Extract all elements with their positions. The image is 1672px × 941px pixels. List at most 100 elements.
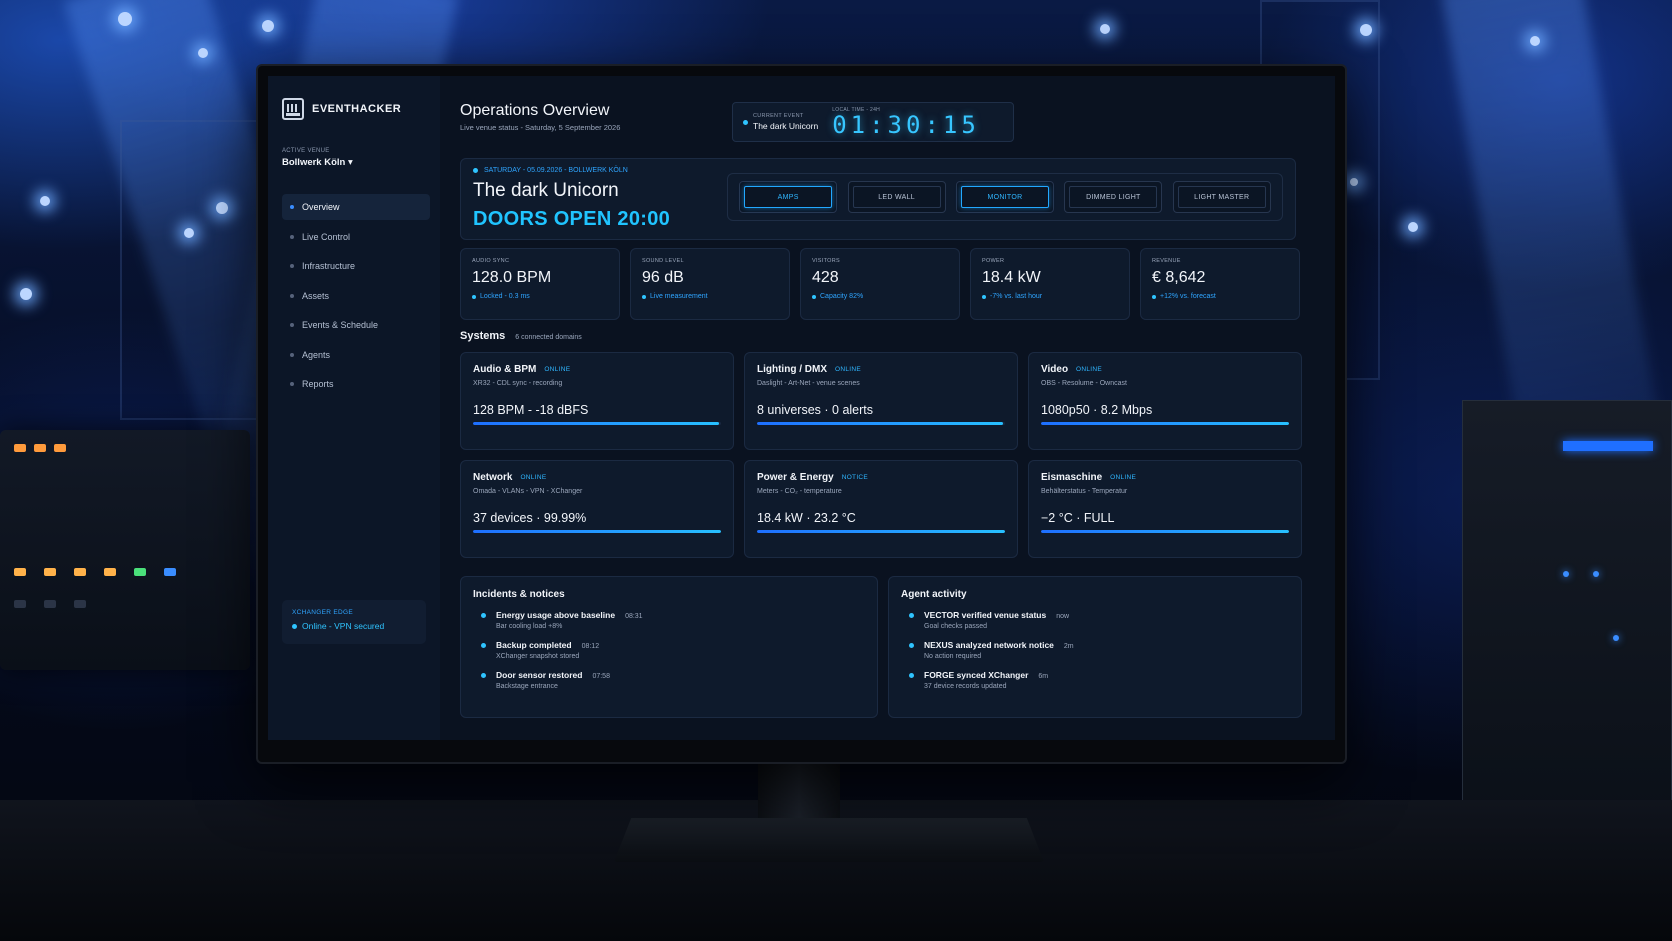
control-monitor-button[interactable]: MONITOR [955, 181, 1054, 213]
status-dot-icon [292, 623, 297, 629]
kpi-note: Live measurement [642, 293, 778, 300]
system-level-bar [757, 422, 1005, 425]
list-item[interactable]: Backup completed 08:12 XChanger snapshot … [473, 640, 865, 660]
system-name-text: Lighting / DMX [757, 364, 827, 375]
control-light-master-button[interactable]: LIGHT MASTER [1172, 181, 1271, 213]
clock-time: 01:30:15 [832, 111, 980, 139]
quick-controls: AMPS LED WALL MONITOR DIMMED LIGHT LIGHT… [727, 173, 1283, 221]
sidebar-item-agents[interactable]: Agents [282, 342, 430, 368]
system-name-text: Audio & BPM [473, 364, 537, 375]
system-card-lighting[interactable]: Lighting / DMX ONLINE Daslight - Art-Net … [744, 352, 1018, 450]
event-hero-card: SATURDAY - 05.09.2026 - BOLLWERK KÖLN Th… [460, 158, 1296, 240]
brand-logo-icon [282, 98, 304, 120]
nav-bullet-icon [290, 323, 294, 327]
kpi-value: 128.0 BPM [472, 269, 552, 286]
system-level-fill [757, 422, 1003, 425]
sidebar-item-infrastructure[interactable]: Infrastructure [282, 253, 430, 279]
status-dot-icon [472, 294, 476, 299]
system-metric: 18.4 kW · 23.2 °C [757, 511, 856, 525]
kpi-note: Capacity 82% [812, 293, 948, 300]
system-card-audio[interactable]: Audio & BPM ONLINE XR32 - CDL sync - reco… [460, 352, 734, 450]
kpi-label: REVENUE [1152, 258, 1181, 264]
list-item[interactable]: Door sensor restored 07:58 Backstage entr… [473, 670, 865, 690]
status-dot-icon [812, 294, 816, 299]
kpi-note: -7% vs. last hour [982, 293, 1118, 300]
kpi-value: 428 [812, 269, 839, 286]
sidebar-item-events-schedule[interactable]: Events & Schedule [282, 312, 430, 338]
sidebar-item-reports[interactable]: Reports [282, 371, 430, 397]
agent-event-detail: No action required [924, 653, 982, 660]
agent-event-title: NEXUS analyzed network notice [924, 640, 1054, 650]
equipment-rack [1462, 400, 1672, 820]
system-name-text: Network [473, 472, 513, 483]
status-badge: ONLINE [1076, 366, 1103, 373]
systems-grid: Audio & BPM ONLINE XR32 - CDL sync - reco… [460, 352, 1302, 558]
system-card-video[interactable]: Video ONLINE OBS - Resolume - Owncast 108… [1028, 352, 1302, 450]
control-amps-button[interactable]: AMPS [739, 181, 838, 213]
kpi-audio-sync: AUDIO SYNC 128.0 BPM Locked - 0.3 ms [460, 248, 620, 320]
brand-name: EVENTHACKER [312, 103, 402, 115]
kpi-label: POWER [982, 258, 1005, 264]
status-dot-icon [909, 613, 914, 618]
system-level-fill [473, 530, 721, 533]
sidebar-item-overview[interactable]: Overview [282, 194, 430, 220]
control-dimmed-light-button[interactable]: DIMMED LIGHT [1064, 181, 1163, 213]
status-dot-icon [982, 294, 986, 299]
local-clock: LOCAL TIME - 24H 01:30:15 [832, 107, 980, 137]
system-name: Lighting / DMX ONLINE [757, 364, 1005, 375]
system-card-network[interactable]: Network ONLINE Omada - VLANs - VPN - XCha… [460, 460, 734, 558]
kpi-label: AUDIO SYNC [472, 258, 510, 264]
list-item[interactable]: NEXUS analyzed network notice 2m No actio… [901, 640, 1289, 660]
system-metric: 128 BPM - -18 dBFS [473, 403, 589, 417]
system-level-fill [1041, 530, 1289, 533]
kpi-note: Locked - 0.3 ms [472, 293, 608, 300]
control-label: AMPS [777, 193, 799, 201]
nav-bullet-icon [290, 382, 294, 386]
venue-selector[interactable]: Bollwerk Köln ▾ [282, 157, 430, 168]
system-desc: Meters - CO₂ - temperature [757, 488, 842, 495]
kpi-value: 96 dB [642, 269, 684, 286]
app-window: EVENTHACKER ACTIVE VENUE Bollwerk Köln ▾… [268, 76, 1335, 740]
status-badge: ONLINE [544, 366, 571, 373]
control-label: MONITOR [987, 193, 1023, 201]
control-label: LED WALL [878, 193, 915, 201]
list-item[interactable]: VECTOR verified venue status now Goal che… [901, 610, 1289, 630]
sidebar-item-live-control[interactable]: Live Control [282, 224, 430, 250]
system-name: Eismaschine ONLINE [1041, 472, 1289, 483]
edge-label: XCHANGER EDGE [292, 609, 353, 616]
list-item[interactable]: FORGE synced XChanger 6m 37 device record… [901, 670, 1289, 690]
truss [120, 120, 280, 420]
stage-light [262, 20, 274, 32]
system-name-text: Video [1041, 364, 1069, 375]
stage-light [1100, 24, 1110, 34]
system-desc: Omada - VLANs - VPN - XChanger [473, 488, 583, 495]
nav-bullet-icon [290, 264, 294, 268]
nav-bullet-icon [290, 234, 294, 239]
system-card-power[interactable]: Power & Energy NOTICE Meters - CO₂ - temp… [744, 460, 1018, 558]
system-level-fill [757, 530, 1005, 533]
system-name: Power & Energy NOTICE [757, 472, 1005, 483]
system-name: Network ONLINE [473, 472, 721, 483]
control-label: LIGHT MASTER [1194, 193, 1250, 201]
sidebar-item-label: Assets [302, 290, 330, 301]
incident-detail: XChanger snapshot stored [496, 653, 580, 660]
control-led-wall-button[interactable]: LED WALL [847, 181, 946, 213]
system-name: Video ONLINE [1041, 364, 1289, 375]
status-dot-icon [481, 613, 486, 618]
system-card-eismaschine[interactable]: Eismaschine ONLINE Behälterstatus - Tempe… [1028, 460, 1302, 558]
system-name-text: Power & Energy [757, 472, 834, 483]
system-level-fill [1041, 422, 1289, 425]
sidebar-item-label: Events & Schedule [302, 320, 379, 330]
list-item[interactable]: Energy usage above baseline 08:31 Bar coo… [473, 610, 865, 630]
venue-label: ACTIVE VENUE [282, 148, 330, 154]
incidents-title: Incidents & notices [473, 589, 565, 600]
xchanger-edge-card: XCHANGER EDGE Online - VPN secured [282, 600, 426, 644]
system-metric: −2 °C · FULL [1041, 511, 1115, 525]
system-metric: 8 universes · 0 alerts [757, 403, 874, 417]
monitor: EVENTHACKER ACTIVE VENUE Bollwerk Köln ▾… [258, 66, 1345, 762]
kpi-note-text: +12% vs. forecast [1160, 293, 1216, 300]
status-dot-icon [473, 168, 478, 173]
nav-bullet-icon [290, 352, 294, 357]
sidebar-item-assets[interactable]: Assets [282, 283, 430, 309]
live-dot-icon [743, 119, 748, 125]
